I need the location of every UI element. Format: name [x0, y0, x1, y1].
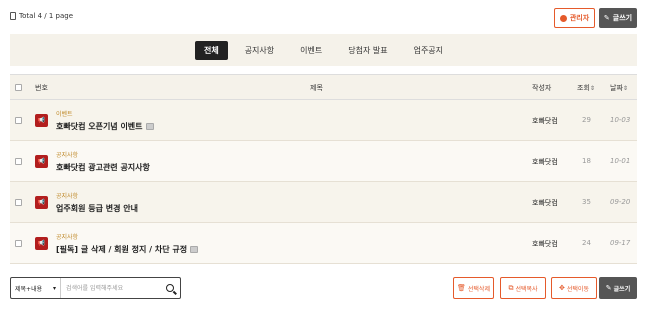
row-title: [필독] 글 삭제 / 회원 정지 / 차단 규정 — [56, 245, 188, 254]
user-icon — [559, 14, 567, 22]
table-body: 📢 이벤트 호빠닷컴 오픈기념 이벤트 호빠닷컴 29 10-03 📢 공지사항… — [10, 100, 637, 264]
board-table: 번호 제목 작성자 조회⇕ 날짜⇕ 📢 이벤트 호빠닷컴 오픈기념 이벤트 호빠… — [10, 74, 637, 264]
row-title-link[interactable]: [필독] 글 삭제 / 회원 정지 / 차단 규정 — [56, 244, 199, 255]
table-row: 📢 공지사항 [필독] 글 삭제 / 회원 정지 / 차단 규정 호빠닷컴 24… — [10, 223, 637, 264]
move-label: 선택이동 — [566, 285, 589, 293]
col-number: 번호 — [35, 84, 48, 92]
write-button-bottom[interactable]: ✎ 글쓰기 — [599, 277, 637, 299]
row-views: 35 — [582, 198, 591, 206]
image-attachment-icon — [190, 246, 199, 253]
row-author: 호빠닷컴 — [532, 199, 558, 207]
delete-label: 선택삭제 — [467, 285, 490, 293]
col-title: 제목 — [310, 84, 323, 92]
trash-icon: 🗑 — [457, 284, 466, 292]
copy-icon: ⧉ — [508, 283, 514, 292]
select-all-checkbox[interactable] — [15, 84, 22, 91]
row-category[interactable]: 공지사항 — [56, 150, 78, 159]
row-checkbox[interactable] — [15, 117, 22, 124]
write-label-bottom: 글쓰기 — [613, 285, 631, 293]
row-title: 호빠닷컴 오픈기념 이벤트 — [56, 122, 143, 131]
search-select-value: 제목+내용 — [15, 285, 43, 293]
row-checkbox[interactable] — [15, 158, 22, 165]
write-button-top[interactable]: ✎ 글쓰기 — [599, 8, 637, 28]
admin-label: 관리자 — [569, 14, 590, 22]
document-icon — [10, 12, 16, 20]
pencil-icon: ✎ — [605, 284, 612, 292]
row-author: 호빠닷컴 — [532, 240, 558, 248]
search-input[interactable] — [61, 278, 160, 298]
row-author: 호빠닷컴 — [532, 158, 558, 166]
col-date[interactable]: 날짜⇕ — [610, 83, 628, 93]
move-selected-button[interactable]: ✥ 선택이동 — [551, 277, 597, 299]
row-title: 업주회원 등급 변경 안내 — [56, 204, 138, 213]
row-date: 10-01 — [610, 157, 631, 165]
chevron-down-icon: ▾ — [52, 284, 56, 292]
row-category[interactable]: 이벤트 — [56, 109, 73, 118]
row-views: 24 — [582, 239, 591, 247]
row-title: 호빠닷컴 광고관련 공지사항 — [56, 163, 150, 172]
col-author: 작성자 — [532, 84, 552, 92]
row-title-link[interactable]: 호빠닷컴 오픈기념 이벤트 — [56, 121, 154, 132]
row-date: 10-03 — [610, 116, 631, 124]
pencil-icon: ✎ — [603, 14, 610, 22]
megaphone-icon: 📢 — [35, 114, 48, 127]
tab-all[interactable]: 전체 — [194, 40, 228, 60]
total-text: Total 4 / 1 page — [19, 12, 73, 20]
delete-selected-button[interactable]: 🗑 선택삭제 — [453, 277, 494, 299]
row-category[interactable]: 공지사항 — [56, 191, 78, 200]
board-topbar: Total 4 / 1 page 관리자 ✎ 글쓰기 — [10, 8, 637, 30]
row-title-link[interactable]: 업주회원 등급 변경 안내 — [56, 203, 138, 214]
row-views: 29 — [582, 116, 591, 124]
table-row: 📢 이벤트 호빠닷컴 오픈기념 이벤트 호빠닷컴 29 10-03 — [10, 100, 637, 141]
megaphone-icon: 📢 — [35, 155, 48, 168]
row-date: 09-17 — [610, 239, 631, 247]
move-icon: ✥ — [559, 284, 565, 292]
total-count: Total 4 / 1 page — [10, 12, 73, 20]
table-header: 번호 제목 작성자 조회⇕ 날짜⇕ — [10, 74, 637, 100]
row-category[interactable]: 공지사항 — [56, 232, 78, 241]
tab-notice[interactable]: 공지사항 — [236, 41, 283, 60]
sort-icon: ⇕ — [622, 85, 628, 92]
tab-owner-notice[interactable]: 업주공지 — [405, 41, 452, 60]
image-attachment-icon — [145, 123, 154, 130]
col-views-label: 조회 — [577, 84, 590, 92]
search-field-select[interactable]: 제목+내용 ▾ — [11, 278, 61, 298]
row-title-link[interactable]: 호빠닷컴 광고관련 공지사항 — [56, 162, 150, 173]
col-date-label: 날짜 — [610, 84, 623, 92]
admin-button[interactable]: 관리자 — [554, 8, 595, 28]
search-button[interactable] — [160, 278, 180, 298]
board-footer: 제목+내용 ▾ 🗑 선택삭제 ⧉ 선택복사 ✥ 선택이동 ✎ 글쓰기 — [10, 277, 637, 299]
write-label: 글쓰기 — [612, 14, 633, 22]
megaphone-icon: 📢 — [35, 196, 48, 209]
table-row: 📢 공지사항 업주회원 등급 변경 안내 호빠닷컴 35 09-20 — [10, 182, 637, 223]
tab-winners[interactable]: 당첨자 발표 — [339, 41, 396, 60]
tab-event[interactable]: 이벤트 — [291, 41, 331, 60]
row-date: 09-20 — [610, 198, 631, 206]
sort-icon: ⇕ — [589, 85, 595, 92]
row-author: 호빠닷컴 — [532, 117, 558, 125]
table-row: 📢 공지사항 호빠닷컴 광고관련 공지사항 호빠닷컴 18 10-01 — [10, 141, 637, 182]
search-icon — [166, 284, 174, 292]
copy-label: 선택복사 — [515, 285, 538, 293]
search-form: 제목+내용 ▾ — [10, 277, 181, 299]
col-views[interactable]: 조회⇕ — [577, 83, 595, 93]
row-views: 18 — [582, 157, 591, 165]
row-checkbox[interactable] — [15, 199, 22, 206]
megaphone-icon: 📢 — [35, 237, 48, 250]
category-tabs: 전체 공지사항 이벤트 당첨자 발표 업주공지 — [10, 34, 637, 66]
copy-selected-button[interactable]: ⧉ 선택복사 — [500, 277, 546, 299]
row-checkbox[interactable] — [15, 240, 22, 247]
